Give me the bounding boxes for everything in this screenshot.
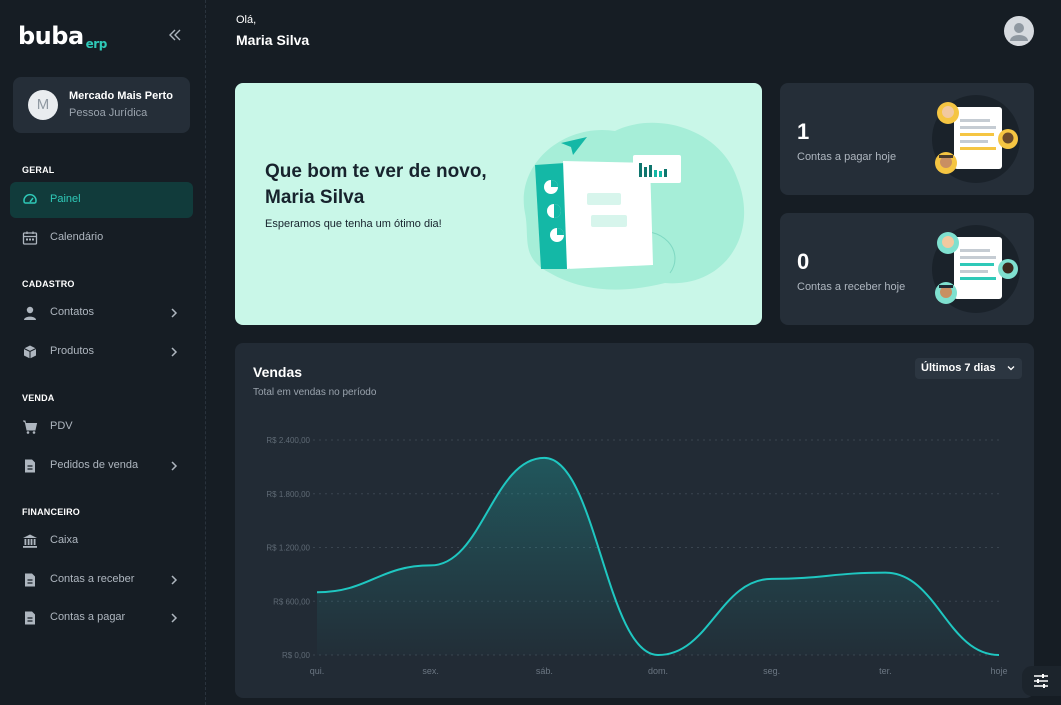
- section-financeiro: FINANCEIRO: [22, 507, 80, 517]
- sidebar-item-label: Caixa: [50, 534, 79, 546]
- sidebar-item-label: Calendário: [50, 231, 104, 243]
- sidebar-item-calendario[interactable]: Calendário: [10, 220, 193, 256]
- welcome-title: Que bom te ver de novo, Maria Silva: [265, 161, 487, 208]
- stat-card-contas-a-pagar[interactable]: 1 Contas a pagar hoje: [780, 83, 1034, 195]
- logo-suffix: erp: [85, 37, 108, 51]
- y-tick-label: R$ 1.800,00: [266, 490, 310, 499]
- bank-icon: [23, 534, 37, 548]
- stat-label: Contas a pagar hoje: [797, 151, 897, 163]
- stat-value: 1: [797, 119, 810, 144]
- bill-illustration: [932, 95, 1020, 183]
- x-tick-label: sex.: [422, 666, 439, 676]
- sidebar-item-label: Painel: [50, 193, 81, 205]
- receipt-illustration: [932, 225, 1020, 313]
- document-icon: [25, 611, 35, 625]
- user-name: Maria Silva: [236, 32, 310, 48]
- sidebar-item-painel[interactable]: Painel: [10, 182, 193, 218]
- welcome-card: Que bom te ver de novo, Maria Silva Espe…: [235, 83, 762, 325]
- company-switcher[interactable]: M Mercado Mais Perto Pessoa Jurídica: [13, 77, 190, 133]
- sidebar: buba erp M Mercado Mais Perto Pessoa Jurí…: [0, 0, 206, 705]
- sidebar-item-label: PDV: [50, 420, 73, 432]
- document-icon: [25, 573, 35, 587]
- person-icon: [24, 306, 36, 320]
- double-chevron-left-icon: [169, 29, 181, 41]
- logo-text: buba: [18, 22, 84, 50]
- company-name: Mercado Mais Perto: [69, 90, 173, 102]
- collapse-sidebar-button[interactable]: [166, 28, 184, 46]
- x-tick-label: seg.: [763, 666, 780, 676]
- y-tick-label: R$ 1.200,00: [266, 544, 310, 553]
- company-avatar: M: [28, 90, 58, 120]
- stat-value: 0: [797, 249, 810, 274]
- section-cadastro: CADASTRO: [22, 279, 75, 289]
- x-tick-label: qui.: [310, 666, 325, 676]
- document-icon: [25, 459, 35, 473]
- sidebar-item-contas-a-pagar[interactable]: Contas a pagar: [10, 600, 193, 636]
- period-select[interactable]: Últimos 7 dias: [915, 358, 1022, 379]
- cart-icon: [23, 420, 38, 434]
- sidebar-item-produtos[interactable]: Produtos: [10, 334, 193, 370]
- y-tick-label: R$ 2.400,00: [266, 436, 310, 445]
- box-icon: [23, 345, 37, 359]
- gauge-icon: [23, 193, 37, 204]
- sidebar-item-pedidos-de-venda[interactable]: Pedidos de venda: [10, 448, 193, 484]
- greeting: Olá,: [236, 14, 257, 26]
- x-tick-label: ter.: [879, 666, 892, 676]
- chevron-right-icon: [171, 575, 178, 585]
- sidebar-item-pdv[interactable]: PDV: [10, 409, 193, 445]
- logo[interactable]: buba erp: [18, 22, 107, 51]
- y-tick-label: R$ 600,00: [273, 597, 310, 606]
- sidebar-item-label: Contas a receber: [50, 573, 135, 585]
- stat-card-contas-a-receber[interactable]: 0 Contas a receber hoje: [780, 213, 1034, 325]
- stat-label: Contas a receber hoje: [797, 281, 906, 293]
- chevron-right-icon: [171, 613, 178, 623]
- company-type: Pessoa Jurídica: [69, 107, 148, 119]
- calendar-icon: [22, 231, 38, 245]
- dashboard-illustration: [523, 122, 745, 290]
- sidebar-item-contas-a-receber[interactable]: Contas a receber: [10, 562, 193, 598]
- user-icon: [1010, 23, 1028, 41]
- sidebar-item-label: Produtos: [50, 345, 95, 357]
- section-venda: VENDA: [22, 393, 55, 403]
- x-tick-label: dom.: [648, 666, 668, 676]
- x-tick-label: hoje: [990, 666, 1007, 676]
- x-tick-label: sáb.: [536, 666, 553, 676]
- chevron-right-icon: [171, 308, 178, 318]
- sales-title: Vendas: [253, 364, 303, 380]
- sidebar-item-contatos[interactable]: Contatos: [10, 295, 193, 331]
- sidebar-item-caixa[interactable]: Caixa: [10, 523, 193, 559]
- period-select-value: Últimos 7 dias: [921, 362, 996, 374]
- sidebar-item-label: Contas a pagar: [50, 611, 126, 623]
- sales-chart-card: R$ 0,00 R$ 600,00 R$ 1.200,00 R$ 1.800,00 R$…: [235, 343, 1034, 698]
- chevron-right-icon: [171, 461, 178, 471]
- chevron-down-icon: [1007, 366, 1015, 371]
- settings-button[interactable]: [1022, 666, 1061, 696]
- y-tick-label: R$ 0,00: [282, 651, 311, 660]
- sales-subtitle: Total em vendas no período: [253, 387, 377, 398]
- user-avatar-button[interactable]: [1004, 16, 1034, 46]
- sidebar-item-label: Contatos: [50, 306, 95, 318]
- chevron-right-icon: [171, 347, 178, 357]
- sidebar-item-label: Pedidos de venda: [50, 459, 139, 471]
- section-geral: GERAL: [22, 165, 55, 175]
- welcome-subtitle: Esperamos que tenha um ótimo dia!: [265, 218, 442, 230]
- sliders-icon: [1034, 674, 1048, 688]
- sales-area: [317, 457, 999, 655]
